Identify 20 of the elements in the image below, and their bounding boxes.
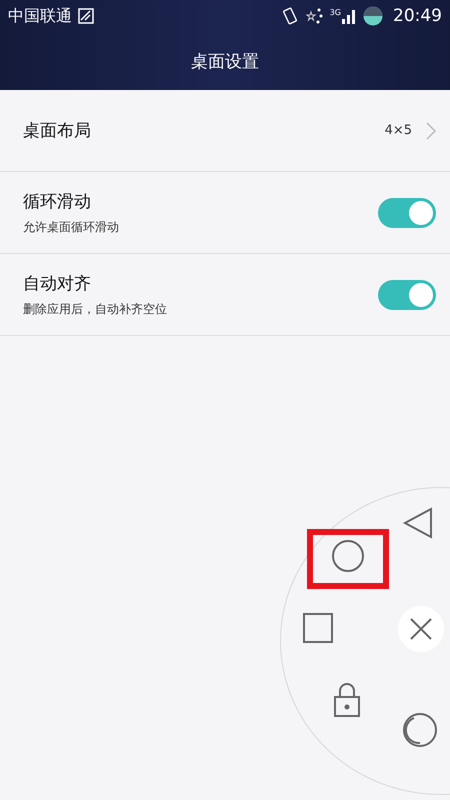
toggle-switch[interactable] (378, 198, 436, 228)
setting-description: 允许桌面循环滑动 (23, 218, 120, 236)
carrier-name: 中国联通 (8, 6, 72, 26)
setting-value: 4×5 (384, 123, 412, 138)
page-title: 桌面设置 (191, 50, 259, 72)
setting-title: 自动对齐 (23, 272, 92, 294)
setting-title: 循环滑动 (23, 190, 92, 212)
chevron-right-icon (426, 122, 436, 140)
clock: 20:49 (393, 6, 442, 26)
toggle-switch[interactable] (378, 280, 436, 310)
close-icon[interactable] (398, 606, 444, 652)
setting-description: 删除应用后，自动补齐空位 (23, 300, 168, 318)
image-icon (78, 8, 94, 24)
vibrate-icon (282, 7, 298, 25)
setting-title: 桌面布局 (23, 120, 92, 142)
ring-icon[interactable] (400, 710, 440, 750)
signal-icon (341, 8, 357, 24)
battery-icon (363, 6, 383, 26)
network-type: 3G (330, 8, 341, 17)
sparkle-icon (304, 6, 324, 26)
